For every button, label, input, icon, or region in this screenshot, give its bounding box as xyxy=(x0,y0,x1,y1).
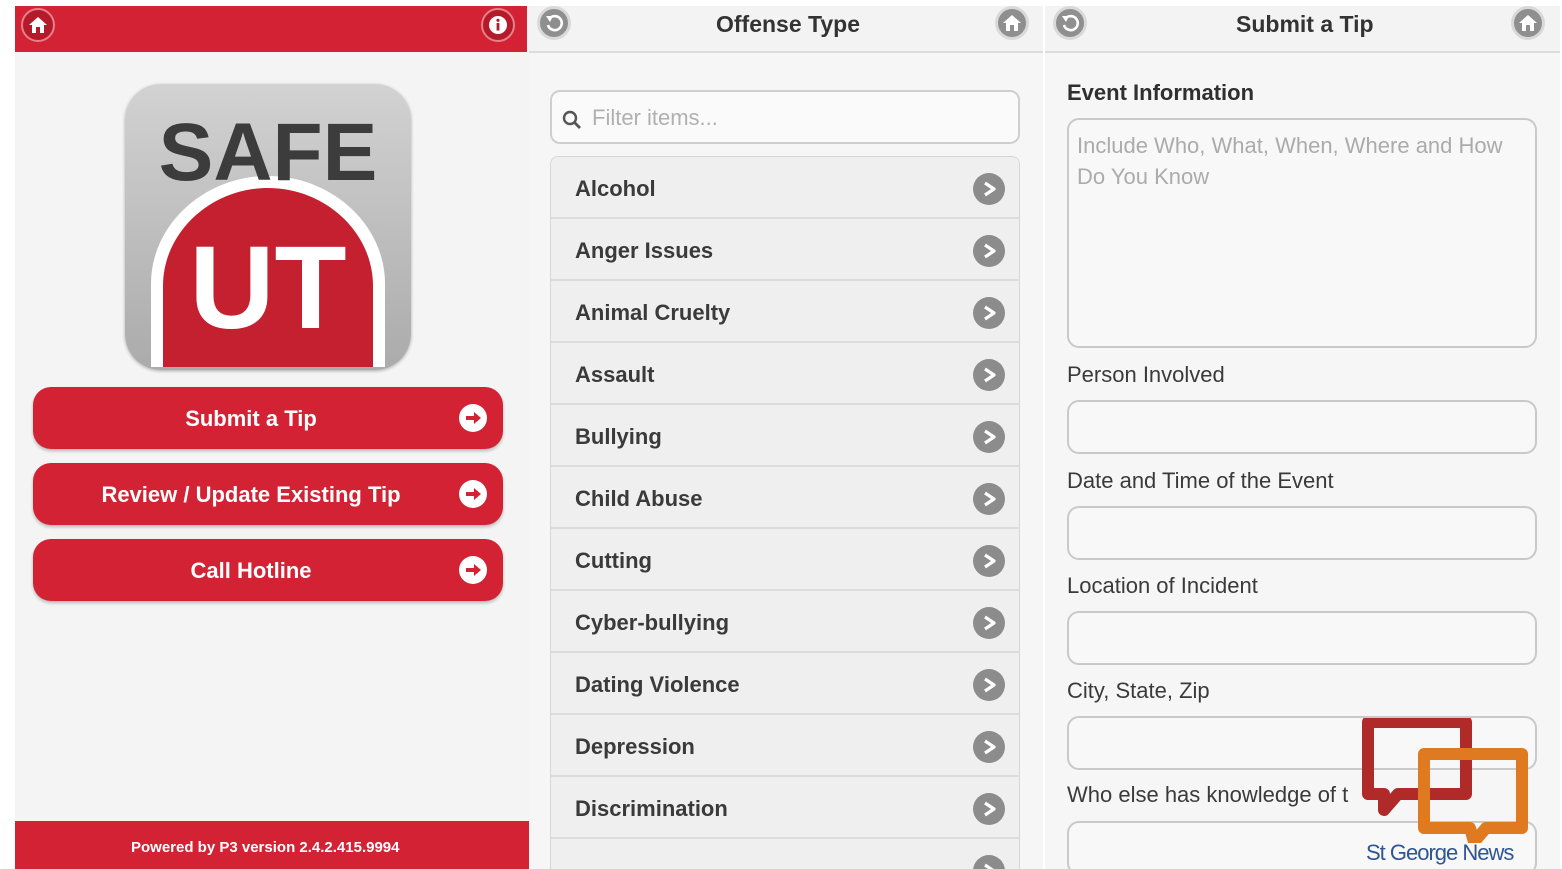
offense-title: Offense Type xyxy=(716,11,860,37)
chevron-right-icon xyxy=(973,855,1005,869)
offense-item[interactable]: Bullying xyxy=(551,405,1019,467)
offense-item-label: Assault xyxy=(575,362,655,387)
filter-input[interactable] xyxy=(592,104,1002,132)
offense-item[interactable]: Cutting xyxy=(551,529,1019,591)
offense-item-label: Cutting xyxy=(575,548,652,573)
date-time-label: Date and Time of the Event xyxy=(1067,468,1334,493)
back-icon[interactable] xyxy=(1053,6,1087,40)
chevron-right-icon xyxy=(973,607,1005,639)
home-icon[interactable] xyxy=(995,6,1029,40)
offense-item-label: Cyber-bullying xyxy=(575,610,730,635)
offense-item-label: Dating Violence xyxy=(575,672,740,697)
home-icon[interactable] xyxy=(21,8,55,42)
info-icon[interactable] xyxy=(481,8,515,42)
location-label: Location of Incident xyxy=(1067,573,1258,598)
offense-type-screen: Offense Type Alcohol Anger Issues Animal C… xyxy=(529,6,1043,869)
person-involved-input[interactable] xyxy=(1067,400,1537,454)
home-footer: Powered by P3 version 2.4.2.415.9994 xyxy=(15,821,547,869)
logo-safe-text: SAFE xyxy=(159,107,378,198)
date-time-input[interactable] xyxy=(1067,506,1537,560)
chevron-right-icon xyxy=(973,731,1005,763)
news-logo-icon xyxy=(1362,716,1528,848)
chevron-right-icon xyxy=(973,173,1005,205)
offense-item-label: Animal Cruelty xyxy=(575,300,731,325)
chevron-right-icon xyxy=(973,297,1005,329)
back-icon[interactable] xyxy=(537,6,571,40)
submit-tip-button[interactable]: Submit a Tip xyxy=(33,387,503,449)
review-tip-button[interactable]: Review / Update Existing Tip xyxy=(33,463,503,525)
who-else-knows-label: Who else has knowledge of t xyxy=(1067,782,1349,807)
filter-box xyxy=(550,90,1020,144)
arrow-right-icon xyxy=(459,556,487,584)
offense-item[interactable]: Anger Issues xyxy=(551,219,1019,281)
offense-item[interactable]: Assault xyxy=(551,343,1019,405)
offense-item[interactable]: Cyber-bullying xyxy=(551,591,1019,653)
offense-header: Offense Type xyxy=(529,6,1043,53)
offense-item-label: Alcohol xyxy=(575,176,656,201)
review-tip-label: Review / Update Existing Tip xyxy=(101,482,401,507)
watermark-text: St George News xyxy=(1366,840,1514,865)
chevron-right-icon xyxy=(973,235,1005,267)
offense-item[interactable]: Child Abuse xyxy=(551,467,1019,529)
offense-item[interactable]: Animal Cruelty xyxy=(551,281,1019,343)
offense-list: Alcohol Anger Issues Animal Cruelty Assault… xyxy=(550,156,1020,869)
offense-item-label: Anger Issues xyxy=(575,238,714,263)
arrow-right-icon xyxy=(459,480,487,508)
chevron-right-icon xyxy=(973,545,1005,577)
chevron-right-icon xyxy=(973,421,1005,453)
person-involved-label: Person Involved xyxy=(1067,362,1225,387)
offense-item-label: Child Abuse xyxy=(575,486,703,511)
version-text: Powered by P3 version 2.4.2.415.9994 xyxy=(131,839,400,856)
chevron-right-icon xyxy=(973,793,1005,825)
home-header xyxy=(15,6,527,52)
search-icon xyxy=(562,110,581,129)
offense-item-label: Bullying xyxy=(575,424,662,449)
call-hotline-label: Call Hotline xyxy=(190,558,312,583)
location-input[interactable] xyxy=(1067,611,1537,665)
offense-item[interactable]: Alcohol xyxy=(551,157,1019,219)
call-hotline-button[interactable]: Call Hotline xyxy=(33,539,503,601)
offense-item[interactable]: Discrimination xyxy=(551,777,1019,839)
offense-item[interactable] xyxy=(551,839,1019,869)
st-george-news-watermark: St George News xyxy=(1362,716,1532,868)
safeut-logo: SAFE UT xyxy=(125,84,411,370)
home-screen: SAFE UT Submit a Tip Review / Update Exi… xyxy=(15,6,547,869)
logo-ut-text: UT xyxy=(189,222,346,354)
offense-item[interactable]: Dating Violence xyxy=(551,653,1019,715)
event-description-textarea[interactable] xyxy=(1067,118,1537,348)
chevron-right-icon xyxy=(973,669,1005,701)
offense-item-label: Depression xyxy=(575,734,695,759)
city-state-zip-label: City, State, Zip xyxy=(1067,678,1210,703)
submit-tip-label: Submit a Tip xyxy=(185,406,317,431)
arrow-right-icon xyxy=(459,404,487,432)
tip-header: Submit a Tip xyxy=(1045,6,1560,53)
chevron-right-icon xyxy=(973,483,1005,515)
home-icon[interactable] xyxy=(1511,6,1545,40)
event-information-heading: Event Information xyxy=(1067,80,1255,105)
offense-item[interactable]: Depression xyxy=(551,715,1019,777)
chevron-right-icon xyxy=(973,359,1005,391)
offense-item-label: Discrimination xyxy=(575,796,728,821)
tip-title: Submit a Tip xyxy=(1236,11,1374,37)
